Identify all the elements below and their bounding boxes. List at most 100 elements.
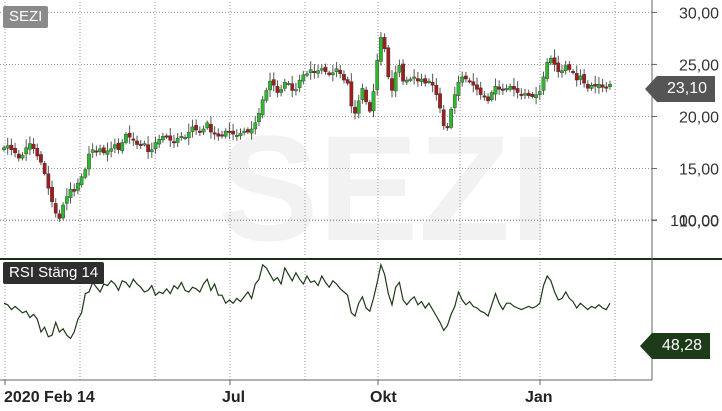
candle-body [563,65,568,71]
candle-body [223,130,228,137]
candle-body [64,196,69,204]
x-tick-label: Okt [370,389,397,406]
candle-body [560,70,564,73]
candle-body [574,73,579,81]
candle-body [57,213,62,219]
candle-body [35,148,40,157]
candle-body [131,138,136,141]
candle-body [9,144,14,150]
candle-body [508,86,513,90]
candle-body [231,130,235,135]
candle-body [319,68,324,71]
candle-body [53,203,58,214]
candle-body [5,145,10,149]
candle-body [515,88,520,93]
candle-body [138,143,143,146]
candle-body [534,94,538,98]
candle-body [452,94,457,108]
candle-body [164,135,169,138]
candle-body [342,74,346,81]
candle-body [375,60,380,91]
candle-body [238,132,243,136]
candle-body [497,86,502,90]
candle-body [90,149,95,153]
candle-body [423,78,428,84]
candle-body [512,86,516,90]
candle-body [537,91,542,95]
candle-body [68,189,73,198]
candle-body [397,65,402,73]
candle-body [24,147,29,155]
candle-body [604,86,609,89]
stock-chart: SEZI 10,0015,0020,0025,0030,00100,00 202… [0,0,722,406]
candle-body [401,63,405,82]
candle-body [105,150,110,155]
rsi-indicator-label: RSI Stäng 14 [3,262,105,284]
candle-body [478,87,483,95]
candle-body [20,154,25,159]
candle-body [530,93,535,97]
candle-body [179,136,184,138]
candle-body [87,153,91,170]
candle-body [183,137,187,140]
candle-body [305,73,309,76]
candle-body [367,102,372,112]
candle-body [356,100,361,114]
candle-body [94,150,99,153]
candle-body [312,71,317,73]
candle-body [135,140,139,145]
candle-body [308,69,313,73]
candle-body [76,182,80,191]
candle-body [194,125,199,131]
candle-body [279,89,283,93]
candle-body [404,79,409,83]
candle-body [593,84,598,87]
candle-body [186,131,191,139]
candle-body [471,81,476,86]
candle-body [316,70,320,74]
candle-body [382,37,387,50]
y-tick-label: 15,00 [679,162,719,179]
candle-body [334,68,339,72]
candle-body [161,136,165,141]
candle-body [190,126,195,132]
candle-body [567,64,572,70]
candle-body [197,130,202,133]
candle-body [482,95,487,98]
candle-body [608,84,612,88]
ticker-label: SEZI [3,6,49,28]
candle-body [275,86,280,93]
candle-body [449,109,453,128]
candle-body [379,37,383,62]
candle-body [234,135,239,137]
candle-body [2,147,6,150]
candle-body [172,141,176,144]
candle-body [257,113,261,122]
candle-body [412,76,417,79]
candle-body [549,58,553,64]
candle-body [464,75,468,80]
candle-body [415,78,420,82]
candle-body [364,89,368,103]
y-tick-label: 30,00 [679,5,719,22]
candle-body [242,130,247,133]
candle-body [127,132,132,138]
candle-body [297,79,302,89]
candle-body [475,84,479,90]
candle-body [175,138,180,143]
candle-body [290,83,295,91]
candle-body [146,144,150,153]
x-tick-label: Jan [525,389,553,406]
candle-body [116,142,121,150]
candle-body [216,133,221,137]
candle-body [246,129,250,133]
candle-body [456,81,461,96]
candle-body [124,133,128,143]
candle-body [545,62,550,79]
candle-body [489,92,494,101]
candle-body [201,128,206,133]
candle-body [264,90,269,101]
candle-body [227,130,232,133]
candle-body [427,80,431,83]
candle-body [408,78,413,81]
